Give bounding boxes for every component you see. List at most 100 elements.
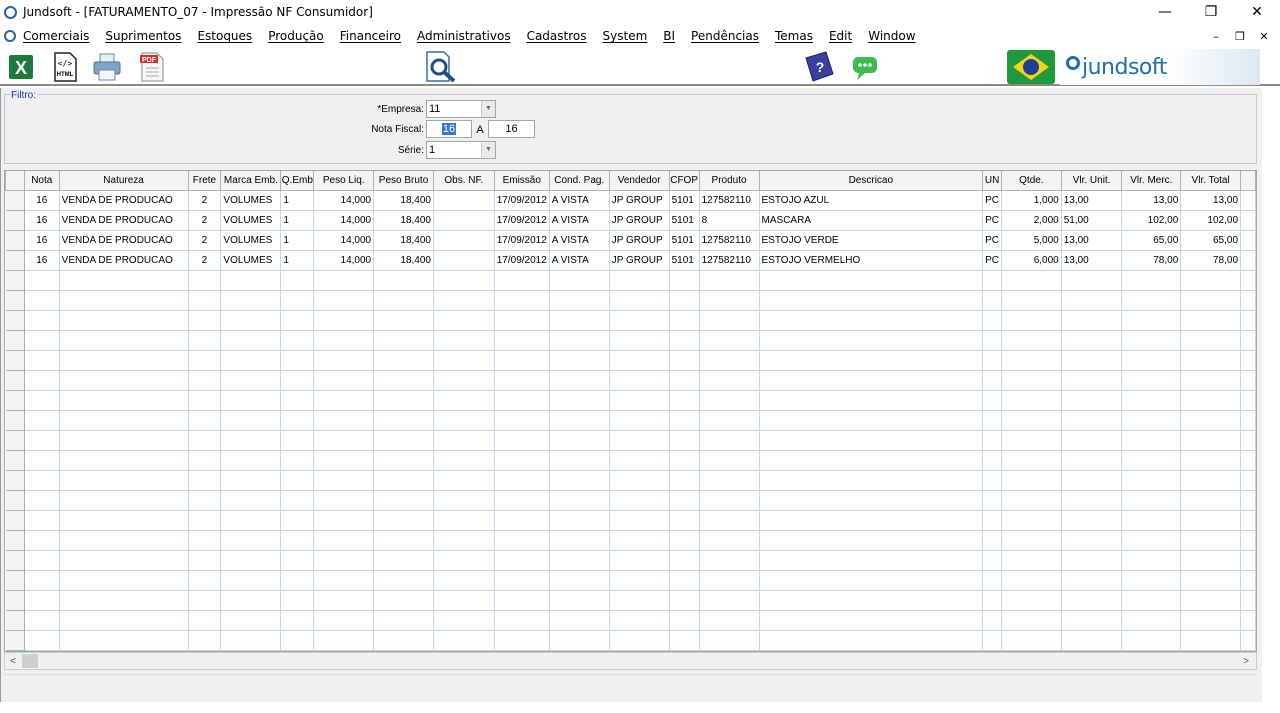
menu-window[interactable]: Window [868,29,915,43]
table-cell[interactable] [494,490,550,511]
table-cell[interactable] [759,410,984,431]
table-cell[interactable] [59,270,189,291]
table-cell[interactable] [1001,450,1062,471]
empty-row[interactable] [5,290,1256,311]
chat-button[interactable] [851,52,881,82]
table-cell[interactable] [982,470,1003,491]
table-cell[interactable] [1061,490,1123,511]
table-cell[interactable] [609,350,670,371]
col-un[interactable]: UN [982,171,1003,191]
table-cell[interactable] [549,570,610,591]
table-cell[interactable] [759,350,984,371]
table-cell[interactable] [1001,470,1062,491]
table-cell[interactable]: 5,000 [1001,230,1062,251]
table-cell[interactable] [24,570,60,591]
table-cell[interactable] [699,290,760,311]
row-indicator[interactable] [5,630,25,651]
table-cell[interactable] [609,330,670,351]
table-cell[interactable] [24,310,60,331]
empty-row[interactable] [5,370,1256,391]
table-cell[interactable]: 65,00 [1180,230,1242,251]
table-cell[interactable] [609,470,670,491]
table-cell[interactable] [24,410,60,431]
table-cell[interactable] [494,410,550,431]
table-cell[interactable] [220,410,282,431]
table-cell[interactable] [373,270,434,291]
table-cell[interactable] [59,490,189,511]
table-cell[interactable] [1180,450,1242,471]
table-cell[interactable] [699,630,760,651]
table-cell[interactable]: 78,00 [1121,250,1182,271]
print-button[interactable] [92,52,122,82]
row-indicator[interactable] [5,510,25,531]
table-cell[interactable]: 2 [188,190,222,211]
table-cell[interactable] [373,290,434,311]
table-cell[interactable] [699,550,760,571]
table-cell[interactable] [1001,570,1062,591]
close-button[interactable]: ✕ [1234,0,1280,24]
table-cell[interactable] [1180,390,1242,411]
table-cell[interactable] [1061,390,1123,411]
table-cell[interactable]: A VISTA [549,190,610,211]
table-cell[interactable] [669,430,700,451]
row-indicator[interactable] [5,470,25,491]
table-cell[interactable] [1061,570,1123,591]
html-export-button[interactable]: </> HTML [50,52,80,82]
table-cell[interactable] [669,610,700,631]
scroll-right-icon[interactable]: > [1238,656,1254,667]
table-cell[interactable] [1001,430,1062,451]
table-cell[interactable] [1061,350,1123,371]
table-cell[interactable] [609,290,670,311]
table-cell[interactable] [313,450,375,471]
table-cell[interactable] [549,270,610,291]
table-cell[interactable]: JP GROUP [609,250,670,271]
table-cell[interactable] [1121,430,1182,451]
table-cell[interactable] [1001,590,1062,611]
table-cell[interactable] [188,510,222,531]
table-cell[interactable] [373,590,434,611]
table-cell[interactable]: 78,00 [1180,250,1242,271]
row-indicator[interactable] [5,450,25,471]
empty-row[interactable] [5,390,1256,411]
table-cell[interactable] [549,530,610,551]
col-peso-liq[interactable]: Peso Liq. [313,171,375,191]
table-cell[interactable] [24,350,60,371]
table-cell[interactable] [494,590,550,611]
table-cell[interactable] [313,530,375,551]
table-cell[interactable] [433,630,495,651]
table-cell[interactable] [1180,570,1242,591]
table-cell[interactable]: 8 [699,210,760,231]
table-cell[interactable] [549,390,610,411]
table-cell[interactable] [188,270,222,291]
table-cell[interactable] [1121,630,1182,651]
table-cell[interactable] [609,370,670,391]
menu-system[interactable]: System [603,29,648,43]
table-cell[interactable] [699,350,760,371]
empty-row[interactable] [5,330,1256,351]
table-cell[interactable] [280,630,315,651]
table-cell[interactable] [1121,570,1182,591]
table-cell[interactable] [313,570,375,591]
table-cell[interactable]: VOLUMES [220,250,282,271]
row-indicator[interactable] [5,290,25,311]
table-cell[interactable]: 5101 [669,210,700,231]
table-cell[interactable] [433,410,495,431]
table-cell[interactable] [699,470,760,491]
table-cell[interactable] [313,430,375,451]
table-cell[interactable] [313,490,375,511]
table-cell[interactable] [59,410,189,431]
table-cell[interactable] [609,590,670,611]
table-cell[interactable] [373,630,434,651]
serie-select[interactable]: 1 ▼ [426,141,496,159]
table-cell[interactable] [59,470,189,491]
table-cell[interactable] [609,410,670,431]
table-cell[interactable] [549,290,610,311]
table-cell[interactable] [59,570,189,591]
table-cell[interactable] [1061,330,1123,351]
table-cell[interactable] [1121,390,1182,411]
table-cell[interactable] [373,430,434,451]
table-cell[interactable]: 14,000 [313,190,375,211]
chevron-down-icon[interactable]: ▼ [481,101,495,117]
table-cell[interactable] [1180,370,1242,391]
table-cell[interactable] [280,530,315,551]
